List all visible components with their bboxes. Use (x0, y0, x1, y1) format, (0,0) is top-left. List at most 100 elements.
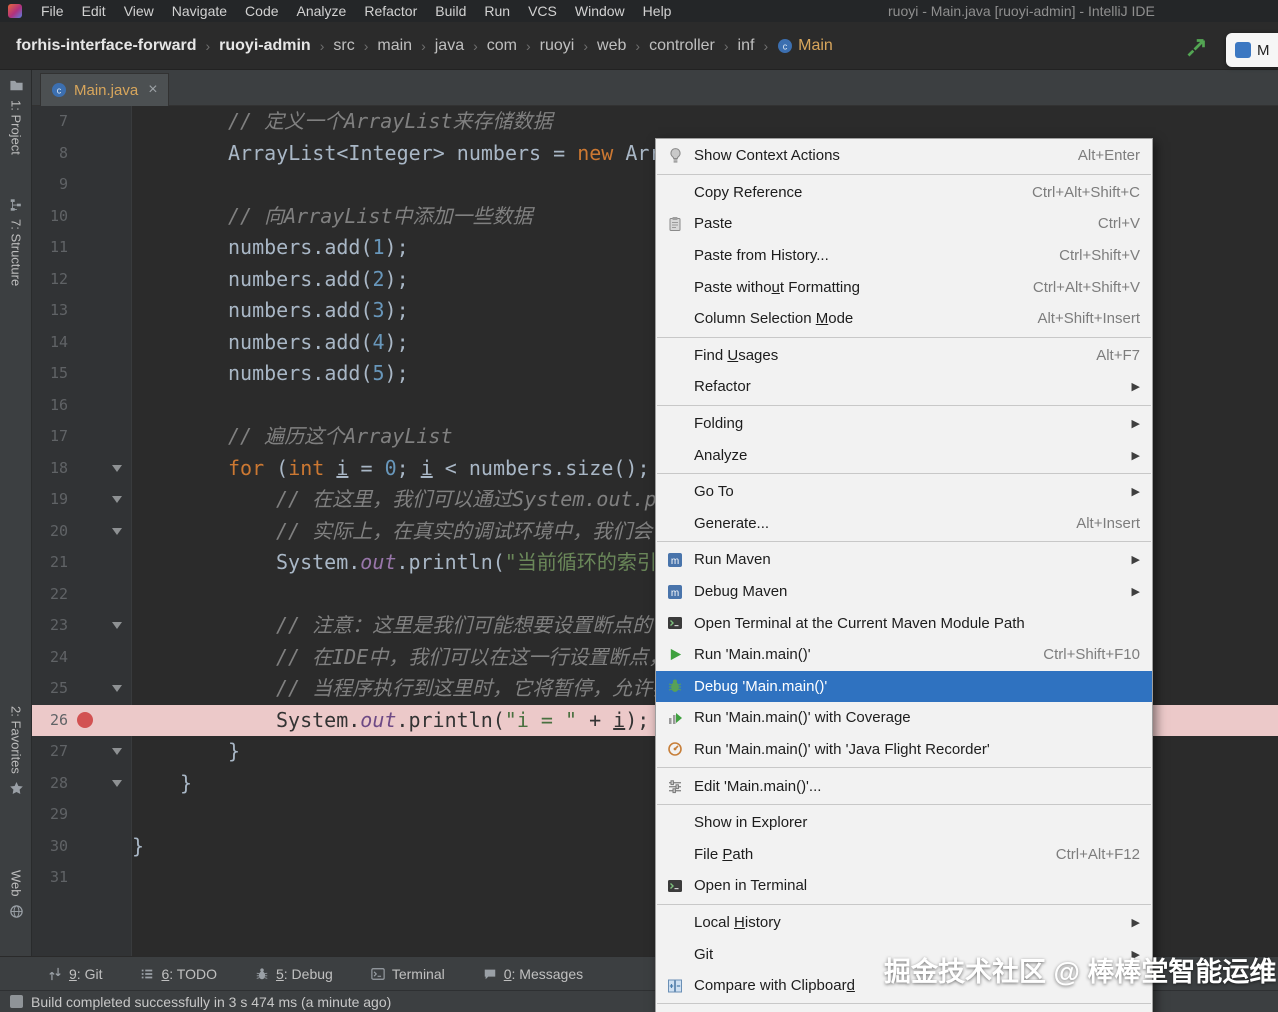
gutter-fold-area[interactable] (102, 169, 132, 201)
fold-marker-icon[interactable] (112, 685, 122, 692)
gutter-fold-area[interactable] (102, 705, 132, 737)
menu-window[interactable]: Window (566, 3, 634, 19)
menu-item-find-usages[interactable]: Find UsagesAlt+F7 (656, 340, 1152, 372)
line-number[interactable]: 22 (32, 579, 68, 611)
line-number[interactable]: 28 (32, 768, 68, 800)
gutter-breakpoint-area[interactable] (68, 232, 102, 264)
menu-item-refactor[interactable]: Refactor▶ (656, 371, 1152, 403)
gutter-breakpoint-area[interactable] (68, 264, 102, 296)
menu-refactor[interactable]: Refactor (355, 3, 426, 19)
menu-edit[interactable]: Edit (73, 3, 115, 19)
breakpoint-icon[interactable] (77, 712, 93, 728)
fold-marker-icon[interactable] (112, 748, 122, 755)
toolwindow-button-6-todo[interactable]: 6: TODO (140, 966, 217, 982)
gutter-breakpoint-area[interactable] (68, 831, 102, 863)
menu-item-paste-without-formatting[interactable]: Paste without FormattingCtrl+Alt+Shift+V (656, 271, 1152, 303)
gutter-breakpoint-area[interactable] (68, 768, 102, 800)
gutter-breakpoint-area[interactable] (68, 295, 102, 327)
fold-marker-icon[interactable] (112, 465, 122, 472)
fold-marker-icon[interactable] (112, 496, 122, 503)
breadcrumb-item-main[interactable]: cMain (775, 37, 835, 55)
gutter-fold-area[interactable] (102, 862, 132, 894)
line-number[interactable]: 12 (32, 264, 68, 296)
line-number[interactable]: 8 (32, 138, 68, 170)
code-text[interactable]: // 定义一个ArrayList来存储数据 (132, 106, 1278, 138)
menu-item-debug-maven[interactable]: mDebug Maven▶ (656, 576, 1152, 608)
gutter-breakpoint-area[interactable] (68, 547, 102, 579)
tab-close-icon[interactable]: × (148, 81, 157, 99)
gutter-fold-area[interactable] (102, 799, 132, 831)
toolwindow-button-9-git[interactable]: 9: Git (48, 966, 102, 982)
line-number[interactable]: 31 (32, 862, 68, 894)
menu-vcs[interactable]: VCS (519, 3, 566, 19)
gutter-breakpoint-area[interactable] (68, 736, 102, 768)
line-number[interactable]: 16 (32, 390, 68, 422)
line-number[interactable]: 20 (32, 516, 68, 548)
line-number[interactable]: 29 (32, 799, 68, 831)
gutter-fold-area[interactable] (102, 264, 132, 296)
toolwindow-button-web[interactable]: Web (0, 870, 32, 919)
line-number[interactable]: 11 (32, 232, 68, 264)
line-number[interactable]: 27 (32, 736, 68, 768)
editor-tab-main-java[interactable]: c Main.java × (40, 73, 169, 106)
gutter-breakpoint-area[interactable] (68, 138, 102, 170)
line-number[interactable]: 18 (32, 453, 68, 485)
gutter-fold-area[interactable] (102, 138, 132, 170)
gutter-fold-area[interactable] (102, 484, 132, 516)
gutter-breakpoint-area[interactable] (68, 201, 102, 233)
toolwindow-button-2-favorites[interactable]: 2: Favorites (0, 706, 32, 796)
menu-item-run-main-main-with-java-flight-recorder[interactable]: Run 'Main.main()' with 'Java Flight Reco… (656, 734, 1152, 766)
line-number[interactable]: 26 (32, 705, 68, 737)
gutter-breakpoint-area[interactable] (68, 390, 102, 422)
menu-item-generate[interactable]: Generate...Alt+Insert (656, 508, 1152, 540)
gutter-breakpoint-area[interactable] (68, 169, 102, 201)
line-number[interactable]: 19 (32, 484, 68, 516)
breadcrumb-item-main[interactable]: main (375, 37, 414, 55)
green-run-arrow-icon[interactable] (1184, 36, 1208, 65)
line-number[interactable]: 21 (32, 547, 68, 579)
breadcrumb-item-controller[interactable]: controller (647, 37, 717, 55)
gutter-fold-area[interactable] (102, 327, 132, 359)
gutter-fold-area[interactable] (102, 295, 132, 327)
gutter-breakpoint-area[interactable] (68, 453, 102, 485)
menu-item-run-maven[interactable]: mRun Maven▶ (656, 544, 1152, 576)
menu-item-column-selection-mode[interactable]: Column Selection ModeAlt+Shift+Insert (656, 303, 1152, 335)
breadcrumb-item-ruoyi[interactable]: ruoyi (538, 37, 577, 55)
gutter-fold-area[interactable] (102, 453, 132, 485)
toolwindow-button-terminal[interactable]: Terminal (371, 966, 445, 982)
gutter-fold-area[interactable] (102, 106, 132, 138)
menu-code[interactable]: Code (236, 3, 287, 19)
toolwindow-button-7-structure[interactable]: 7: Structure (0, 198, 32, 286)
menu-item-show-in-explorer[interactable]: Show in Explorer (656, 807, 1152, 839)
breadcrumb-item-java[interactable]: java (433, 37, 466, 55)
gutter-fold-area[interactable] (102, 642, 132, 674)
gutter-breakpoint-area[interactable] (68, 484, 102, 516)
menu-item-folding[interactable]: Folding▶ (656, 408, 1152, 440)
breadcrumb-item-com[interactable]: com (485, 37, 519, 55)
fold-marker-icon[interactable] (112, 528, 122, 535)
gutter-fold-area[interactable] (102, 547, 132, 579)
gutter-breakpoint-area[interactable] (68, 106, 102, 138)
fold-marker-icon[interactable] (112, 622, 122, 629)
gutter-breakpoint-area[interactable] (68, 799, 102, 831)
gutter-fold-area[interactable] (102, 421, 132, 453)
toolwindow-button-1-project[interactable]: 1: Project (0, 78, 32, 155)
gutter-fold-area[interactable] (102, 610, 132, 642)
menu-item-go-to[interactable]: Go To▶ (656, 476, 1152, 508)
gutter-breakpoint-area[interactable] (68, 862, 102, 894)
gutter-breakpoint-area[interactable] (68, 579, 102, 611)
breadcrumb-item-forhis-interface-forward[interactable]: forhis-interface-forward (14, 37, 198, 55)
menu-item-show-context-actions[interactable]: Show Context ActionsAlt+Enter (656, 140, 1152, 172)
line-number[interactable]: 7 (32, 106, 68, 138)
breadcrumb-item-ruoyi-admin[interactable]: ruoyi-admin (217, 37, 313, 55)
line-number[interactable]: 13 (32, 295, 68, 327)
menu-item-run-main-main-with-coverage[interactable]: Run 'Main.main()' with Coverage (656, 702, 1152, 734)
menu-item-file-path[interactable]: File PathCtrl+Alt+F12 (656, 838, 1152, 870)
menu-item-open-terminal-at-the-current-maven-module-path[interactable]: Open Terminal at the Current Maven Modul… (656, 607, 1152, 639)
line-number[interactable]: 15 (32, 358, 68, 390)
breadcrumb-item-web[interactable]: web (595, 37, 628, 55)
toolwindow-button-0-messages[interactable]: 0: Messages (483, 966, 583, 982)
menu-item-run-main-main[interactable]: Run 'Main.main()'Ctrl+Shift+F10 (656, 639, 1152, 671)
fold-marker-icon[interactable] (112, 780, 122, 787)
gutter-fold-area[interactable] (102, 579, 132, 611)
